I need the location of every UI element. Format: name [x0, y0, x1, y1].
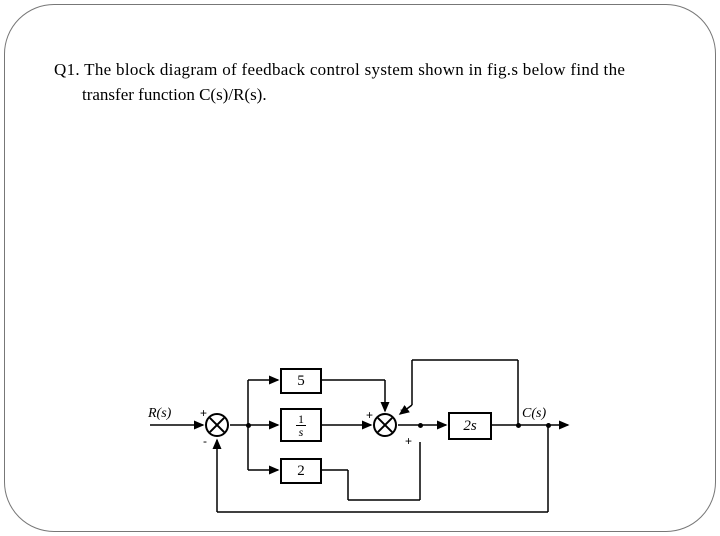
block-top-gain: 5 — [280, 368, 322, 394]
block-mid-gain: 1 s — [280, 408, 322, 442]
summing-junction-1 — [205, 413, 229, 437]
merge-node — [418, 423, 423, 428]
block-bottom-gain-label: 2 — [297, 463, 305, 480]
question-line-1: Q1. The block diagram of feedback contro… — [54, 58, 682, 83]
pickoff-node-outer — [546, 423, 551, 428]
block-right-gain-label: 2s — [463, 418, 476, 435]
fraction-numerator: 1 — [296, 413, 306, 426]
fraction-denominator: s — [296, 426, 306, 438]
diagram-wires — [130, 350, 590, 520]
block-mid-gain-fraction: 1 s — [296, 413, 306, 438]
block-right-gain: 2s — [448, 412, 492, 440]
sum2-sign-bottom: + — [405, 434, 412, 448]
sum2-sign-right: - — [400, 402, 404, 416]
question-line-2: transfer function C(s)/R(s). — [54, 83, 682, 108]
input-label: R(s) — [148, 406, 171, 422]
block-diagram: R(s) C(s) + - + - + 5 1 s 2 2s — [130, 350, 590, 520]
output-label: C(s) — [522, 406, 546, 422]
sum1-sign-plus: + — [200, 406, 207, 420]
block-bottom-gain: 2 — [280, 458, 322, 484]
block-top-gain-label: 5 — [297, 373, 305, 390]
pickoff-node-inner — [516, 423, 521, 428]
branch-node-1 — [246, 423, 251, 428]
summing-junction-2 — [373, 413, 397, 437]
question-text: Q1. The block diagram of feedback contro… — [54, 58, 682, 107]
sum1-sign-minus: - — [203, 434, 207, 448]
sum2-sign-left: + — [366, 408, 373, 422]
